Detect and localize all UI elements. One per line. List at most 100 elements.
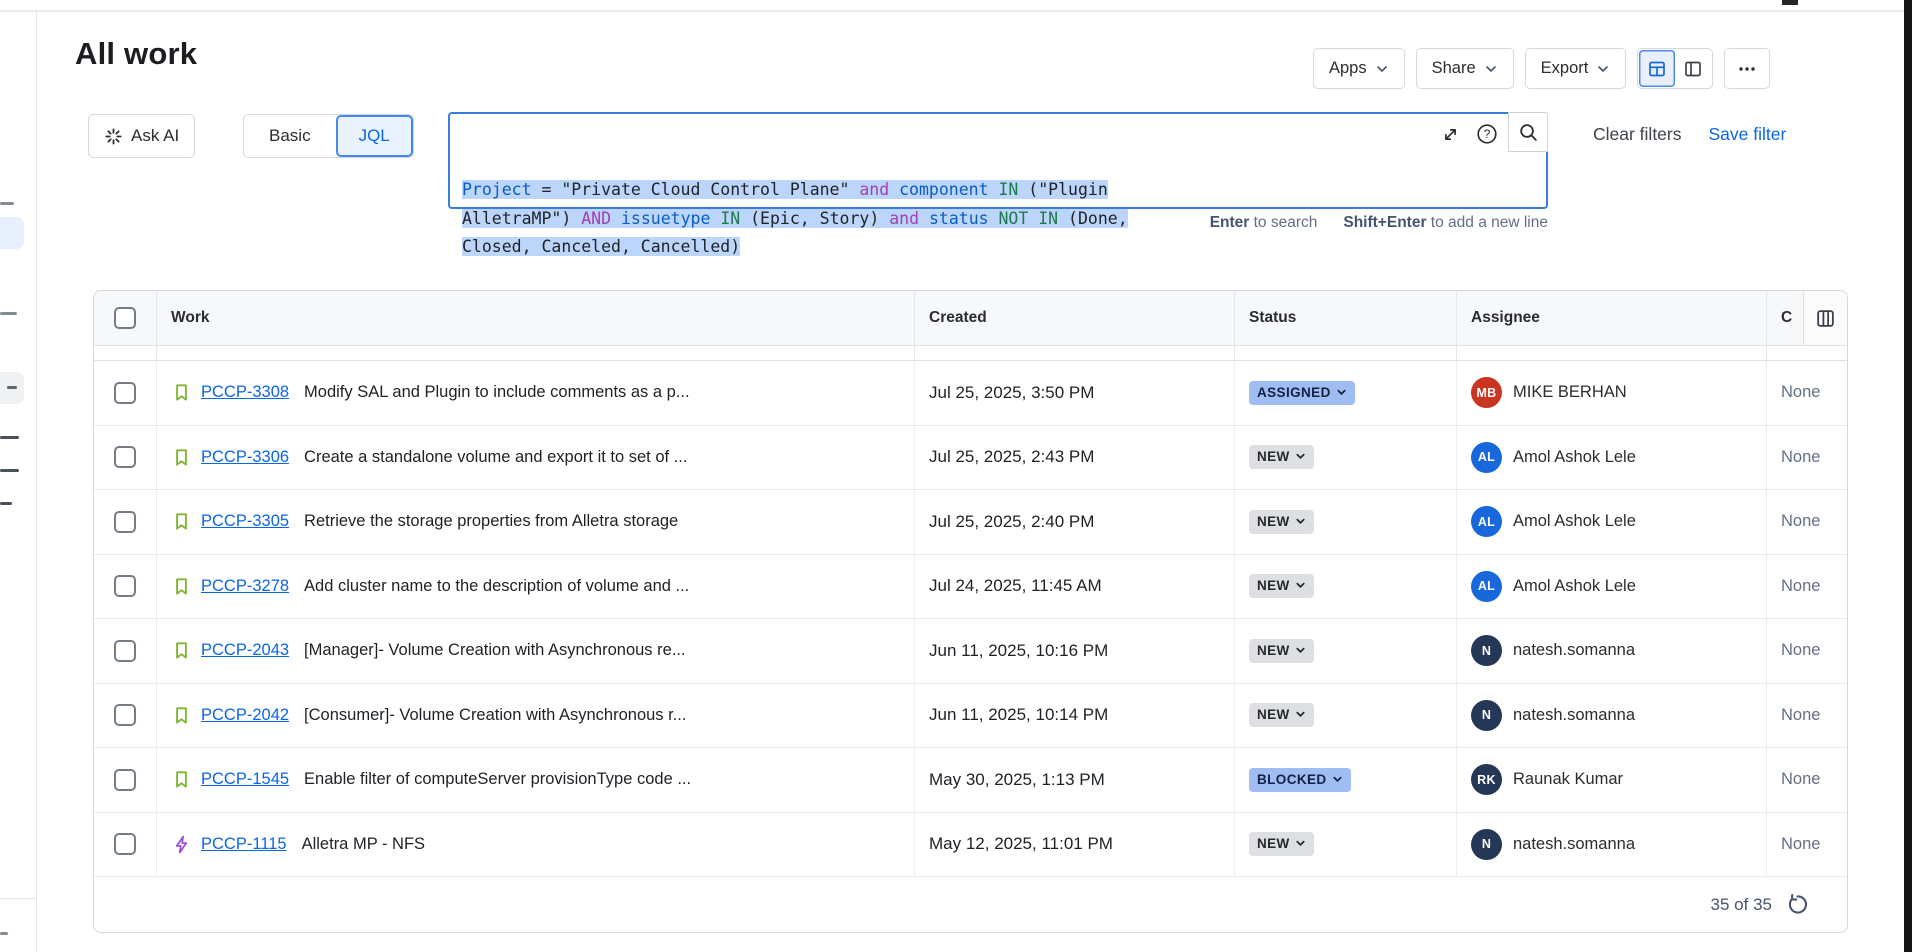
issue-key-link[interactable]: PCCP-3306 [201, 448, 289, 467]
row-checkbox[interactable] [114, 382, 136, 404]
row-checkbox[interactable] [114, 446, 136, 468]
detail-view-button[interactable] [1675, 50, 1711, 87]
issue-key-link[interactable]: PCCP-2043 [201, 641, 289, 660]
story-icon [171, 576, 192, 597]
status-badge[interactable]: ASSIGNED [1249, 381, 1355, 405]
comments-value: None [1781, 706, 1820, 725]
issue-title: Modify SAL and Plugin to include comment… [304, 383, 690, 402]
clear-filters-button[interactable]: Clear filters [1593, 124, 1682, 145]
work-table: Work Created Status Assignee C [93, 290, 1848, 933]
issue-key-link[interactable]: PCCP-3278 [201, 577, 289, 596]
apps-button[interactable]: Apps [1313, 48, 1405, 89]
comments-value: None [1781, 512, 1820, 531]
column-header-created[interactable]: Created [914, 291, 1234, 345]
avatar: AL [1471, 571, 1502, 602]
assignee-cell: AL Amol Ashok Lele [1456, 426, 1766, 490]
row-checkbox[interactable] [114, 640, 136, 662]
status-cell: NEW [1234, 684, 1456, 748]
column-header-assignee[interactable]: Assignee [1456, 291, 1766, 345]
share-button[interactable]: Share [1416, 48, 1514, 89]
expand-icon[interactable] [1440, 124, 1461, 145]
status-badge[interactable]: NEW [1249, 574, 1314, 598]
table-view-button[interactable] [1639, 50, 1675, 87]
column-header-status[interactable]: Status [1234, 291, 1456, 345]
sidebar-item-fragment [0, 469, 19, 472]
refresh-icon [1786, 893, 1809, 916]
page-title: All work [75, 36, 197, 72]
sidebar-item-fragment [0, 202, 14, 205]
created-cell: Jul 24, 2025, 11:45 AM [914, 555, 1234, 619]
table-footer: 35 of 35 [94, 877, 1847, 932]
issue-title: Add cluster name to the description of v… [304, 577, 689, 596]
created-value: Jul 25, 2025, 2:43 PM [929, 447, 1094, 467]
comments-value: None [1781, 383, 1820, 402]
chevron-down-icon [1295, 451, 1306, 462]
refresh-button[interactable] [1786, 893, 1809, 916]
comments-cell: None [1766, 684, 1847, 748]
comments-value: None [1781, 641, 1820, 660]
row-checkbox-cell [94, 361, 156, 425]
column-header-work[interactable]: Work [156, 291, 914, 345]
assignee-cell: AL Amol Ashok Lele [1456, 555, 1766, 619]
created-value: Jul 25, 2025, 2:40 PM [929, 512, 1094, 532]
assignee-cell: N natesh.somanna [1456, 684, 1766, 748]
comments-cell: None [1766, 555, 1847, 619]
table-row: PCCP-3306 Create a standalone volume and… [94, 426, 1847, 491]
status-badge[interactable]: BLOCKED [1249, 768, 1351, 792]
row-checkbox-cell [94, 813, 156, 877]
row-checkbox[interactable] [114, 769, 136, 791]
status-badge[interactable]: NEW [1249, 703, 1314, 727]
sidebar-item-active[interactable] [0, 217, 24, 249]
assignee-cell: N natesh.somanna [1456, 619, 1766, 683]
row-checkbox[interactable] [114, 575, 136, 597]
status-badge[interactable]: NEW [1249, 445, 1314, 469]
issue-title: [Consumer]- Volume Creation with Asynchr… [304, 706, 686, 725]
chevron-down-icon [1295, 709, 1306, 720]
issue-key-link[interactable]: PCCP-1545 [201, 770, 289, 789]
columns-icon [1815, 308, 1836, 329]
configure-columns-button[interactable] [1803, 291, 1847, 345]
status-badge[interactable]: NEW [1249, 510, 1314, 534]
more-actions-button[interactable] [1724, 48, 1770, 89]
epic-icon [171, 834, 192, 855]
status-badge[interactable]: NEW [1249, 832, 1314, 856]
issue-title: Retrieve the storage properties from All… [304, 512, 678, 531]
select-all-checkbox[interactable] [114, 307, 136, 329]
created-cell: Jun 11, 2025, 10:16 PM [914, 619, 1234, 683]
top-divider [0, 10, 1912, 12]
status-cell: NEW [1234, 619, 1456, 683]
comments-value: None [1781, 577, 1820, 596]
issue-key-link[interactable]: PCCP-1115 [201, 835, 287, 854]
row-checkbox-cell [94, 684, 156, 748]
status-badge[interactable]: NEW [1249, 639, 1314, 663]
story-icon [171, 447, 192, 468]
comments-value: None [1781, 770, 1820, 789]
issue-title: Alletra MP - NFS [302, 835, 425, 854]
filter-links: Clear filters Save filter [1593, 112, 1786, 156]
table-row: PCCP-2043 [Manager]- Volume Creation wit… [94, 619, 1847, 684]
export-button[interactable]: Export [1525, 48, 1627, 89]
jql-mode-button[interactable]: JQL [336, 115, 413, 157]
row-checkbox[interactable] [114, 833, 136, 855]
save-filter-button[interactable]: Save filter [1709, 124, 1787, 145]
issue-title: Create a standalone volume and export it… [304, 448, 687, 467]
assignee-cell: AL Amol Ashok Lele [1456, 490, 1766, 554]
search-button[interactable] [1508, 112, 1548, 152]
issue-title: [Manager]- Volume Creation with Asynchro… [304, 641, 686, 660]
comments-value: None [1781, 448, 1820, 467]
issue-key-link[interactable]: PCCP-3305 [201, 512, 289, 531]
apps-label: Apps [1329, 59, 1367, 78]
ask-ai-label: Ask AI [131, 126, 179, 146]
basic-mode-button[interactable]: Basic [244, 115, 336, 157]
hint-enter-key: Enter [1210, 214, 1250, 231]
chevron-down-icon [1332, 774, 1343, 785]
issue-key-link[interactable]: PCCP-3308 [201, 383, 289, 402]
issue-key-link[interactable]: PCCP-2042 [201, 706, 289, 725]
assignee-cell: RK Raunak Kumar [1456, 748, 1766, 812]
jql-input[interactable]: Project = "Private Cloud Control Plane" … [448, 112, 1548, 209]
ask-ai-button[interactable]: Ask AI [88, 114, 195, 158]
status-label: BLOCKED [1257, 772, 1327, 787]
help-icon[interactable]: ? [1476, 123, 1498, 145]
row-checkbox[interactable] [114, 704, 136, 726]
row-checkbox[interactable] [114, 511, 136, 533]
